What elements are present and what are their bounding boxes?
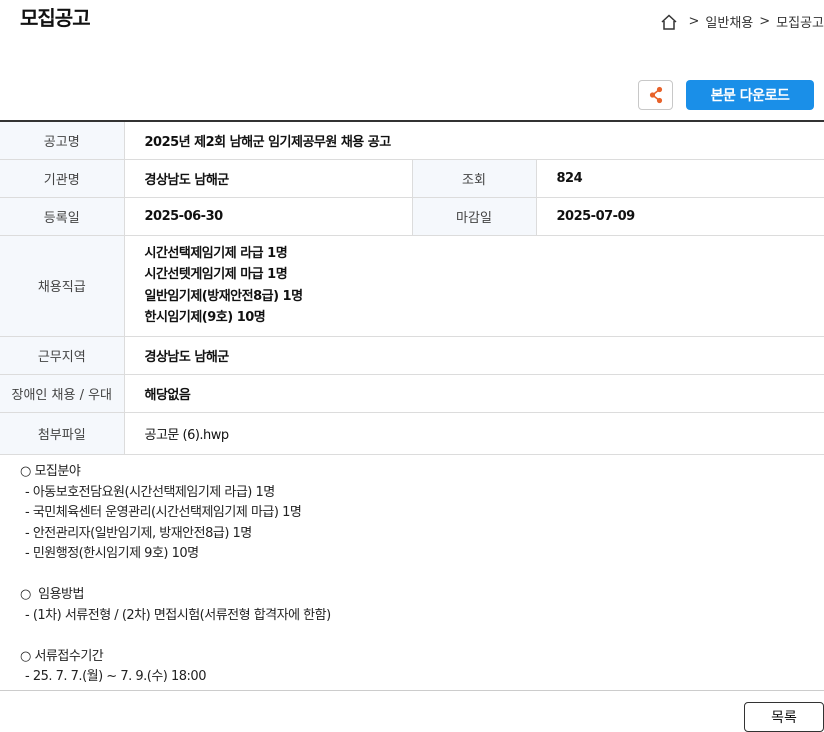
agency-label: 기관명 xyxy=(0,159,125,198)
agency-value: 경상남도 남해군 xyxy=(124,159,412,198)
share-button[interactable] xyxy=(638,80,673,110)
breadcrumb-item-recruitment[interactable]: 모집공고 xyxy=(776,12,824,31)
position-item: 시간선택제임기제 라급 1명 xyxy=(144,245,288,261)
location-value: 경상남도 남해군 xyxy=(124,336,824,375)
attachment-label: 첨부파일 xyxy=(0,412,125,455)
table-row: 첨부파일 공고문 (6).hwp xyxy=(0,412,824,455)
list-button[interactable]: 목록 xyxy=(744,702,824,732)
download-body-button[interactable]: 본문 다운로드 xyxy=(686,80,814,110)
table-row: 채용직급 시간선택제임기제 라급 1명 시간선텟게임기제 마급 1명 일반임기제… xyxy=(0,235,824,337)
reg-date-value: 2025-06-30 xyxy=(124,197,412,236)
section-title-method: ○ 임용방법 xyxy=(20,587,84,602)
section-title-period: ○ 서류접수기간 xyxy=(20,648,104,664)
page-title: 모집공고 xyxy=(20,6,91,30)
list-item: - 국민체육센터 운영관리(시간선택제임기제 마급) 1명 xyxy=(25,505,302,520)
location-label: 근무지역 xyxy=(0,336,125,375)
table-row: 기관명 경상남도 남해군 조회 824 xyxy=(0,159,824,198)
divider xyxy=(0,690,824,691)
section-title-fields: ○ 모집분야 xyxy=(20,464,81,479)
attachment-link[interactable]: 공고문 (6).hwp xyxy=(124,412,824,455)
breadcrumb: > 일반채용 > 모집공고 xyxy=(660,12,824,31)
deadline-value: 2025-07-09 xyxy=(536,197,824,236)
list-item: - 아동보호전담요원(시간선택제임기제 라급) 1명 xyxy=(25,484,275,500)
share-icon xyxy=(649,86,662,104)
list-item: - 안전관리자(일반임기제, 방재안전8급) 1명 xyxy=(25,525,252,541)
list-item: - 25. 7. 7.(월) ~ 7. 9.(수) 18:00 xyxy=(25,669,206,684)
table-row: 근무지역 경상남도 남해군 xyxy=(0,336,824,375)
table-row: 공고명 2025년 제2회 남해군 임기제공무원 채용 공고 xyxy=(0,121,824,160)
title-label: 공고명 xyxy=(0,121,125,160)
disabled-preference-value: 해당없음 xyxy=(124,374,824,413)
home-icon[interactable] xyxy=(660,13,678,31)
position-item: 시간선텟게임기제 마급 1명 xyxy=(144,267,288,282)
positions-value: 시간선택제임기제 라급 1명 시간선텟게임기제 마급 1명 일반임기제(방재안전… xyxy=(124,235,824,337)
disabled-preference-label: 장애인 채용 / 우대 xyxy=(0,374,125,413)
title-value: 2025년 제2회 남해군 임기제공무원 채용 공고 xyxy=(124,121,824,160)
notice-info-table: 공고명 2025년 제2회 남해군 임기제공무원 채용 공고 기관명 경상남도 … xyxy=(0,120,824,455)
breadcrumb-item-general-hiring[interactable]: 일반채용 xyxy=(705,12,753,31)
breadcrumb-separator: > xyxy=(688,14,700,29)
table-row: 등록일 2025-06-30 마감일 2025-07-09 xyxy=(0,197,824,236)
list-item: - (1차) 서류전형 / (2차) 면접시험(서류전형 합격자에 한함) xyxy=(25,607,331,623)
deadline-label: 마감일 xyxy=(411,197,537,236)
reg-date-label: 등록일 xyxy=(0,197,125,236)
position-item: 한시임기제(9호) 10명 xyxy=(144,310,266,325)
views-value: 824 xyxy=(536,159,824,198)
position-item: 일반임기제(방재안전8급) 1명 xyxy=(144,288,304,304)
list-item: - 민원행정(한시임기제 9호) 10명 xyxy=(25,546,199,561)
table-row: 장애인 채용 / 우대 해당없음 xyxy=(0,374,824,413)
positions-label: 채용직급 xyxy=(0,235,125,337)
breadcrumb-separator: > xyxy=(759,14,771,29)
views-label: 조회 xyxy=(411,159,537,198)
notice-body: ○ 모집분야 - 아동보호전담요원(시간선택제임기제 라급) 1명 - 국민체육… xyxy=(20,462,331,688)
